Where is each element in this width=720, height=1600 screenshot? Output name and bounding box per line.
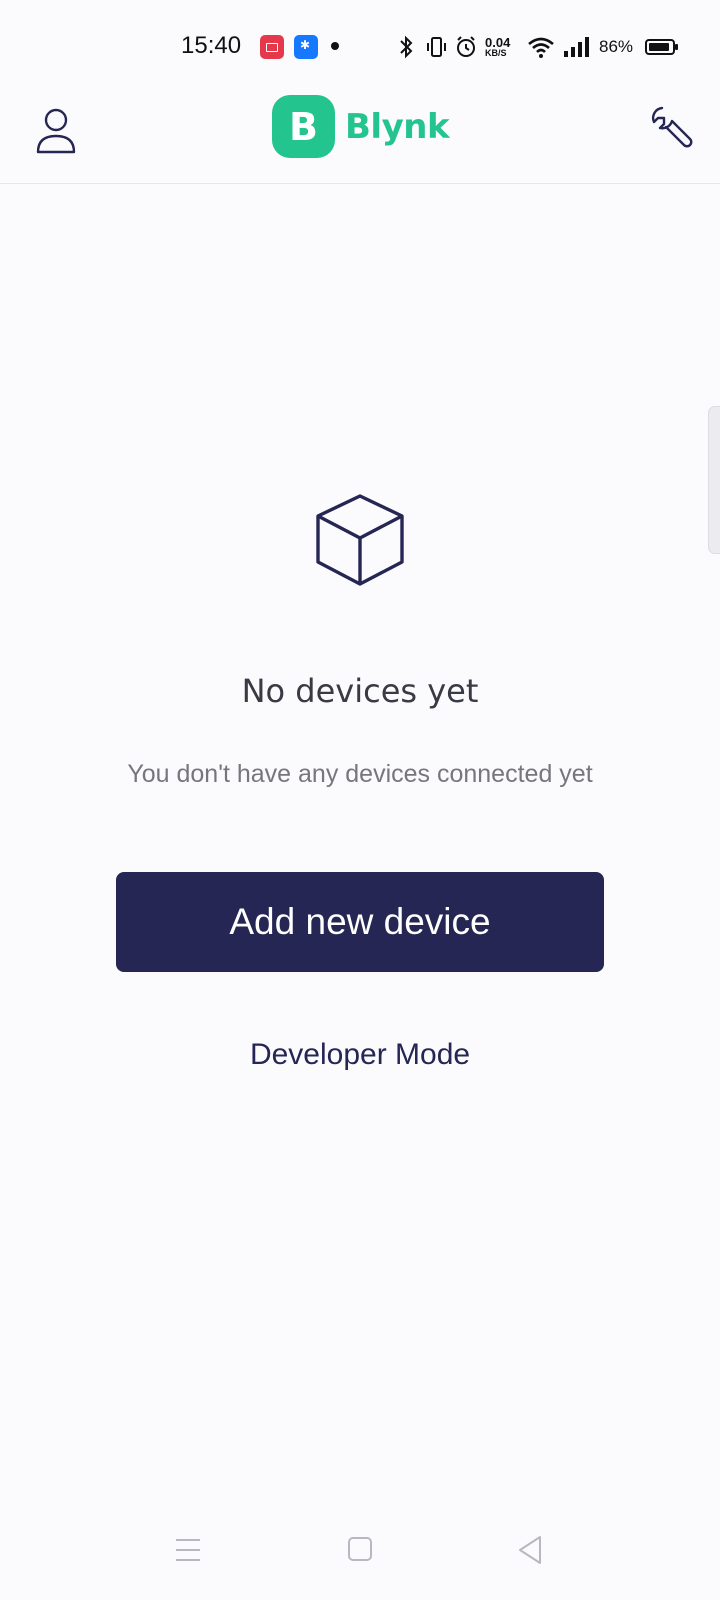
status-bar: 15:40 0.04 KB/S	[0, 0, 720, 92]
developer-mode-link[interactable]: Developer Mode	[0, 1038, 720, 1072]
network-speed-unit: KB/S	[485, 48, 507, 58]
alarm-icon	[457, 36, 475, 57]
profile-button[interactable]	[34, 106, 78, 156]
back-triangle-icon[interactable]	[510, 1534, 550, 1566]
add-new-device-button[interactable]: Add new device	[116, 872, 604, 972]
empty-state-subtitle: You don't have any devices connected yet	[127, 760, 593, 788]
system-nav-bar	[0, 1520, 720, 1600]
settings-button[interactable]	[648, 104, 696, 152]
edge-panel-handle[interactable]	[708, 406, 720, 554]
vibrate-icon	[427, 37, 446, 57]
screen: 15:40 0.04 KB/S	[0, 0, 720, 1600]
battery-icon	[645, 39, 679, 55]
home-square-icon[interactable]	[340, 1534, 380, 1566]
empty-state-title: No devices yet	[241, 672, 479, 710]
battery-percent: 86%	[599, 37, 634, 56]
menu-icon[interactable]	[168, 1534, 208, 1566]
signal-icon	[564, 37, 589, 57]
status-icons: 0.04 KB/S 86%	[395, 34, 679, 60]
app-header: B Blynk	[0, 92, 720, 184]
logo-letter: B	[289, 104, 318, 149]
profile-icon	[36, 108, 76, 154]
network-speed: 0.04 KB/S	[485, 36, 519, 58]
notification-dot	[331, 42, 339, 50]
blynk-logo: B Blynk	[272, 95, 450, 158]
bluetooth-app-icon	[294, 35, 318, 59]
bluetooth-icon	[400, 35, 413, 59]
wifi-icon	[528, 37, 554, 58]
status-time: 15:40	[181, 32, 242, 59]
cube-icon	[316, 494, 404, 586]
logo-text: Blynk	[345, 106, 450, 147]
blynk-logo-mark: B	[272, 95, 335, 158]
screen-record-app-icon	[260, 35, 284, 59]
wrench-icon	[651, 106, 693, 148]
